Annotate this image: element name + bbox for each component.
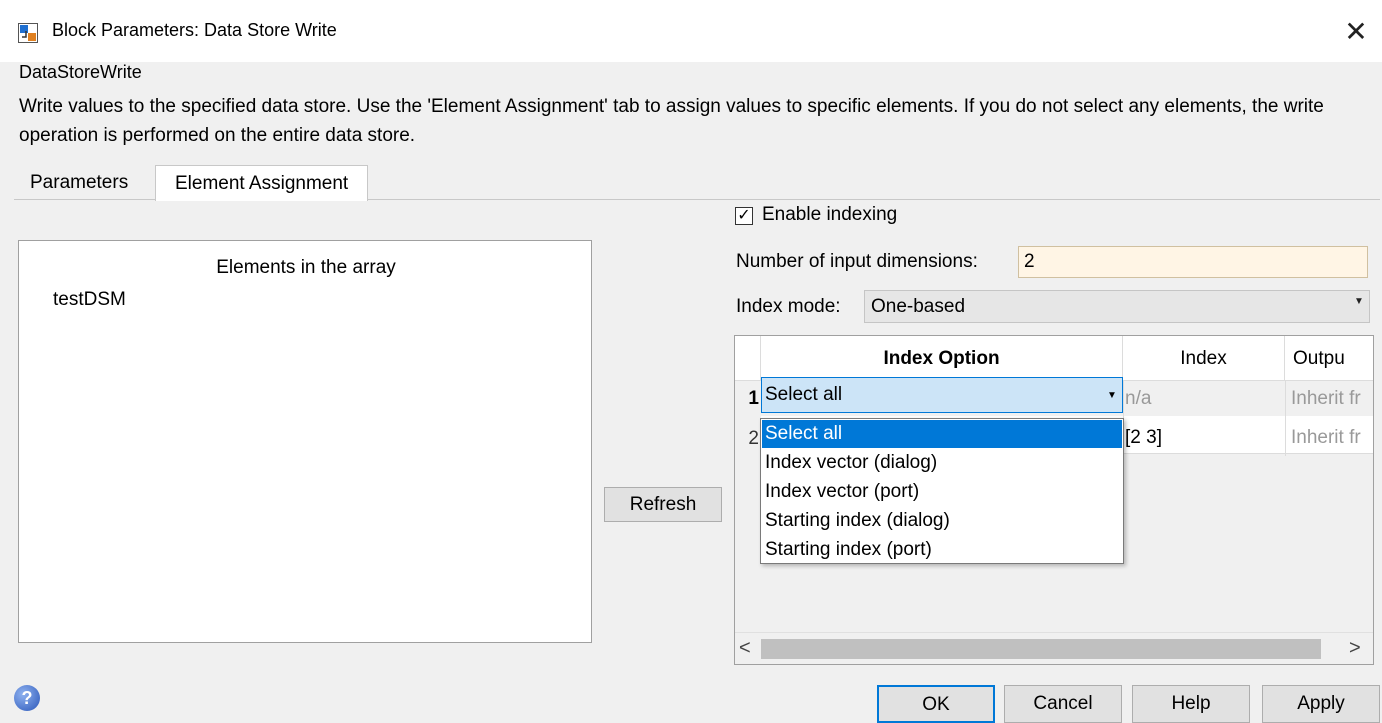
- chevron-down-icon[interactable]: ▼: [1107, 390, 1117, 401]
- index-mode-select[interactable]: One-based: [864, 290, 1370, 323]
- close-icon[interactable]: ✕: [1334, 10, 1378, 54]
- block-description: Write values to the specified data store…: [19, 96, 1324, 146]
- simulink-app-icon: [18, 23, 38, 43]
- ok-button[interactable]: OK: [877, 685, 995, 723]
- help-icon[interactable]: ?: [14, 685, 40, 711]
- dropdown-option-index-vector-port[interactable]: Index vector (port): [762, 478, 1122, 506]
- dropdown-option-starting-index-dialog[interactable]: Starting index (dialog): [762, 507, 1122, 535]
- column-header-output[interactable]: Outpu: [1285, 336, 1373, 381]
- scroll-left-icon[interactable]: <: [739, 637, 751, 660]
- tree-item-testdsm[interactable]: testDSM: [53, 289, 126, 311]
- row-number: 2: [748, 428, 759, 449]
- chevron-down-icon[interactable]: ▼: [1354, 296, 1364, 307]
- output-cell[interactable]: Inherit fr: [1291, 388, 1361, 410]
- index-option-dropdown[interactable]: Select all Index vector (dialog) Index v…: [760, 418, 1124, 564]
- column-header-index[interactable]: Index: [1123, 336, 1285, 381]
- scroll-right-icon[interactable]: >: [1349, 637, 1361, 660]
- enable-indexing-checkbox[interactable]: ✓: [735, 207, 753, 225]
- output-cell[interactable]: Inherit fr: [1291, 427, 1361, 449]
- cancel-button[interactable]: Cancel: [1004, 685, 1122, 723]
- enable-indexing-label[interactable]: Enable indexing: [762, 204, 897, 226]
- help-button[interactable]: Help: [1132, 685, 1250, 723]
- dropdown-option-index-vector-dialog[interactable]: Index vector (dialog): [762, 449, 1122, 477]
- index-option-select[interactable]: Select all: [761, 377, 1123, 413]
- index-mode-label: Index mode:: [736, 296, 841, 317]
- horizontal-scrollbar[interactable]: < >: [735, 632, 1373, 664]
- row-number: 1: [748, 388, 759, 409]
- column-divider: [1285, 381, 1286, 456]
- scrollbar-thumb[interactable]: [761, 639, 1321, 659]
- title-bar: Block Parameters: Data Store Write ✕: [0, 0, 1382, 62]
- elements-tree-header: Elements in the array: [216, 257, 396, 278]
- table-corner: [735, 336, 761, 381]
- tab-element-assignment[interactable]: Element Assignment: [155, 165, 369, 201]
- block-type-label: DataStoreWrite: [19, 62, 142, 82]
- tab-parameters[interactable]: Parameters: [16, 165, 142, 200]
- elements-tree[interactable]: Elements in the array testDSM: [18, 240, 592, 643]
- apply-button[interactable]: Apply: [1262, 685, 1380, 723]
- dropdown-option-starting-index-port[interactable]: Starting index (port): [762, 536, 1122, 564]
- window-title: Block Parameters: Data Store Write: [52, 20, 337, 40]
- refresh-button[interactable]: Refresh: [604, 487, 722, 522]
- index-cell[interactable]: [2 3]: [1125, 427, 1162, 449]
- index-cell[interactable]: n/a: [1125, 388, 1151, 410]
- input-dimensions-label: Number of input dimensions:: [736, 251, 978, 272]
- column-header-index-option[interactable]: Index Option: [761, 336, 1123, 381]
- dropdown-option-select-all[interactable]: Select all: [762, 420, 1122, 448]
- input-dimensions-field[interactable]: 2: [1018, 246, 1368, 278]
